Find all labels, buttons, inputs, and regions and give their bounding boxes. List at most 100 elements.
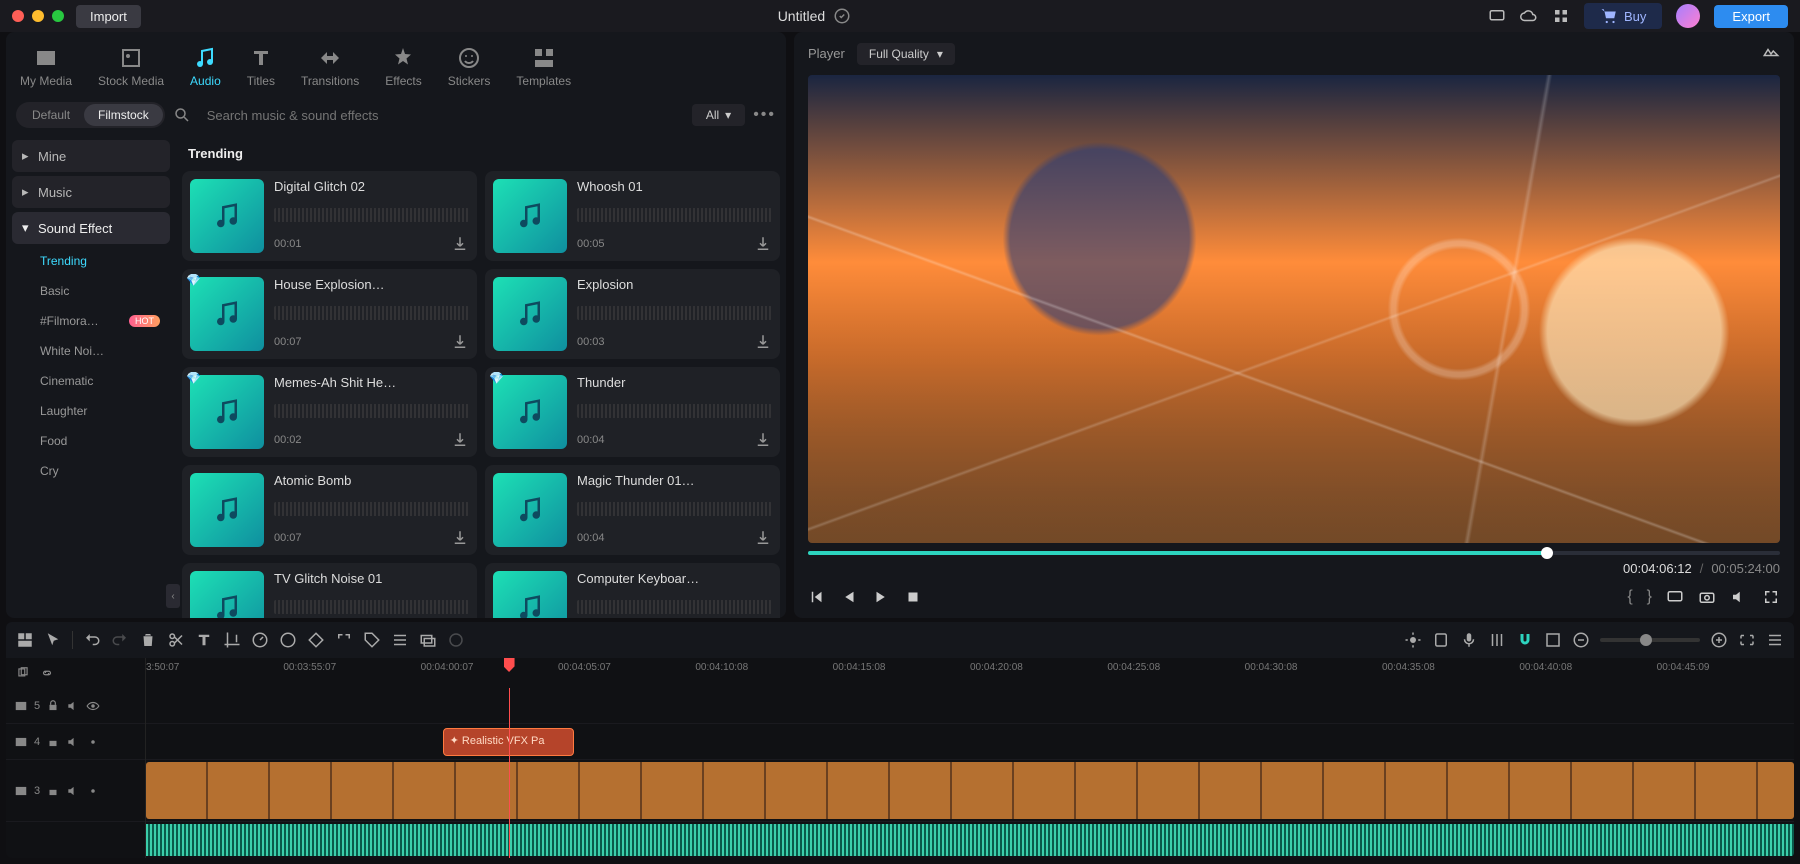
scope-icon[interactable] <box>1762 42 1780 60</box>
tab-titles[interactable]: Titles <box>237 40 285 92</box>
stop-button[interactable] <box>904 588 922 606</box>
sidebar-sub-trending[interactable]: Trending <box>12 248 170 274</box>
maximize-window[interactable] <box>52 10 64 22</box>
zoom-in-button[interactable] <box>1710 631 1728 649</box>
play-reverse-button[interactable] <box>840 588 858 606</box>
sidebar-sub-basic[interactable]: Basic <box>12 278 170 304</box>
device-icon[interactable] <box>1488 7 1506 25</box>
crop-button[interactable] <box>223 631 241 649</box>
display-icon[interactable] <box>1666 588 1684 606</box>
lock-icon[interactable] <box>46 784 60 798</box>
export-button[interactable]: Export <box>1714 5 1788 28</box>
download-button[interactable] <box>754 529 772 547</box>
lock-icon[interactable] <box>46 735 60 749</box>
tab-effects[interactable]: Effects <box>375 40 431 92</box>
track-row-audio[interactable] <box>146 822 1794 858</box>
sidebar-sub-food[interactable]: Food <box>12 428 170 454</box>
audio-card[interactable]: Magic Thunder 01… 00:04 <box>485 465 780 555</box>
tab-transitions[interactable]: Transitions <box>291 40 369 92</box>
visibility-icon[interactable] <box>86 735 100 749</box>
scrub-knob[interactable] <box>1541 547 1553 559</box>
sidebar-item-music[interactable]: ▸Music <box>12 176 170 208</box>
mark-in-button[interactable]: { <box>1627 588 1632 606</box>
play-button[interactable] <box>872 588 890 606</box>
zoom-fit-button[interactable] <box>1738 631 1756 649</box>
tab-stock-media[interactable]: Stock Media <box>88 40 174 92</box>
download-button[interactable] <box>451 529 469 547</box>
track-head-5[interactable]: 5 <box>6 688 145 724</box>
link-icon[interactable] <box>40 666 54 680</box>
filter-all-dropdown[interactable]: All▾ <box>692 104 745 126</box>
sidebar-item-mine[interactable]: ▸Mine <box>12 140 170 172</box>
cloud-upload-icon[interactable] <box>1520 7 1538 25</box>
tab-audio[interactable]: Audio <box>180 40 231 92</box>
color-button[interactable] <box>279 631 297 649</box>
source-filmstock[interactable]: Filmstock <box>84 104 163 126</box>
auto-icon[interactable] <box>1404 631 1422 649</box>
mixer-icon[interactable] <box>1488 631 1506 649</box>
expand-button[interactable] <box>335 631 353 649</box>
copy-icon[interactable] <box>16 666 30 680</box>
zoom-out-button[interactable] <box>1572 631 1590 649</box>
adjust-icon[interactable] <box>391 631 409 649</box>
cursor-icon[interactable] <box>44 631 62 649</box>
delete-button[interactable] <box>139 631 157 649</box>
tab-templates[interactable]: Templates <box>506 40 581 92</box>
apps-icon[interactable] <box>1552 7 1570 25</box>
layout-icon[interactable] <box>16 631 34 649</box>
timeline-options-icon[interactable] <box>1766 631 1784 649</box>
tab-my-media[interactable]: My Media <box>10 40 82 92</box>
minimize-window[interactable] <box>32 10 44 22</box>
video-clip[interactable] <box>146 762 1794 819</box>
download-button[interactable] <box>451 431 469 449</box>
audio-card[interactable]: TV Glitch Noise 01 00:01 <box>182 563 477 618</box>
marker-icon[interactable] <box>1544 631 1562 649</box>
fullscreen-button[interactable] <box>1762 588 1780 606</box>
track-row-5[interactable] <box>146 688 1794 724</box>
sidebar-sub-laughter[interactable]: Laughter <box>12 398 170 424</box>
magnet-icon[interactable] <box>1516 631 1534 649</box>
group-icon[interactable] <box>419 631 437 649</box>
voiceover-icon[interactable] <box>1460 631 1478 649</box>
buy-button[interactable]: Buy <box>1584 3 1662 29</box>
track-head-3[interactable]: 3 <box>6 760 145 822</box>
download-button[interactable] <box>451 333 469 351</box>
sidebar-sub-cinematic[interactable]: Cinematic <box>12 368 170 394</box>
more-options-button[interactable]: ••• <box>753 106 776 124</box>
tracks-area[interactable]: ✦ Realistic VFX Pa <box>146 688 1794 858</box>
track-row-3[interactable] <box>146 760 1794 822</box>
mute-icon[interactable] <box>66 699 80 713</box>
speed-button[interactable] <box>251 631 269 649</box>
playhead[interactable] <box>509 688 510 858</box>
audio-card[interactable]: Digital Glitch 02 00:01 <box>182 171 477 261</box>
audio-card[interactable]: Whoosh 01 00:05 <box>485 171 780 261</box>
collapse-sidebar-button[interactable]: ‹ <box>166 584 180 608</box>
audio-card[interactable]: 💎 House Explosion… 00:07 <box>182 269 477 359</box>
lock-icon[interactable] <box>46 699 60 713</box>
sidebar-sub-cry[interactable]: Cry <box>12 458 170 484</box>
audio-clip[interactable] <box>146 824 1794 856</box>
source-default[interactable]: Default <box>18 104 84 126</box>
zoom-slider[interactable] <box>1600 638 1700 642</box>
import-button[interactable]: Import <box>76 5 141 28</box>
audio-card[interactable]: Explosion 00:03 <box>485 269 780 359</box>
track-head-4[interactable]: 4 <box>6 724 145 760</box>
visibility-icon[interactable] <box>86 699 100 713</box>
visibility-icon[interactable] <box>86 784 100 798</box>
mark-out-button[interactable]: } <box>1647 588 1652 606</box>
tab-stickers[interactable]: Stickers <box>438 40 501 92</box>
prev-frame-button[interactable] <box>808 588 826 606</box>
preview-viewport[interactable] <box>808 75 1780 543</box>
download-button[interactable] <box>754 235 772 253</box>
render-icon[interactable] <box>1432 631 1450 649</box>
audio-card[interactable]: 💎 Thunder 00:04 <box>485 367 780 457</box>
download-button[interactable] <box>754 431 772 449</box>
scrub-bar[interactable] <box>808 551 1780 555</box>
snapshot-button[interactable] <box>1698 588 1716 606</box>
mute-icon[interactable] <box>66 735 80 749</box>
mute-icon[interactable] <box>66 784 80 798</box>
text-button[interactable] <box>195 631 213 649</box>
zoom-knob[interactable] <box>1640 634 1652 646</box>
mask-icon[interactable] <box>447 631 465 649</box>
redo-button[interactable] <box>111 631 129 649</box>
